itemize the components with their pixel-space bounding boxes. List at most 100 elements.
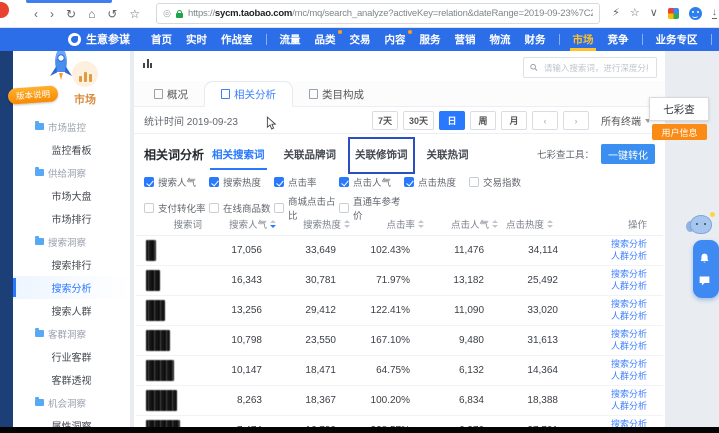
download-icon[interactable]: ↓ [712, 8, 717, 19]
chat-icon[interactable] [698, 274, 711, 287]
terminal-dropdown[interactable]: 所有终端 [601, 113, 651, 128]
sidebar-menu-item[interactable]: 搜索分析 [13, 276, 130, 299]
sidebar-menu-item[interactable]: 客群透视 [13, 368, 130, 391]
undo-icon[interactable]: ↺ [107, 8, 117, 20]
table-column-header[interactable]: 点击人气 [432, 217, 506, 231]
profile-face-icon[interactable] [689, 7, 702, 20]
search-analysis-link[interactable]: 搜索分析 [611, 239, 647, 251]
one-key-convert-button[interactable]: 一键转化 [601, 144, 655, 164]
crowd-analysis-link[interactable]: 人群分析 [611, 311, 647, 323]
top-nav-item[interactable]: 实时 [179, 27, 214, 51]
metric-checkbox[interactable]: 点击率 [274, 175, 339, 189]
metric-checkbox[interactable]: 交易指数 [469, 175, 534, 189]
table-column-header[interactable]: 搜索人气 [210, 217, 284, 231]
search-analysis-link[interactable]: 搜索分析 [611, 389, 647, 401]
top-nav-item[interactable] [266, 34, 267, 45]
metric-checkbox[interactable]: 点击热度 [404, 175, 469, 189]
brand[interactable]: 生意参谋 [68, 31, 130, 47]
home-icon[interactable]: ⌂ [88, 8, 95, 20]
period-button[interactable]: › [563, 111, 589, 130]
top-nav-item[interactable]: 物流 [483, 27, 518, 51]
top-nav-item[interactable] [711, 34, 712, 45]
sidebar-menu-item[interactable]: 监控看板 [13, 138, 130, 161]
address-bar[interactable]: ◎ https://sycm.taobao.com/mc/mq/search_a… [156, 3, 600, 24]
search-input[interactable] [542, 62, 650, 74]
sidebar-menu-item[interactable]: 客群洞察 [13, 322, 130, 345]
analysis-tab[interactable]: 类目构成 [293, 82, 380, 106]
forward-icon[interactable]: › [50, 8, 54, 20]
top-nav-item[interactable]: 作战室 [214, 27, 260, 51]
period-button[interactable]: 月 [501, 111, 527, 130]
period-button[interactable]: 30天 [403, 111, 434, 130]
top-nav-item[interactable]: 服务 [413, 27, 448, 51]
search-analysis-link[interactable]: 搜索分析 [611, 359, 647, 371]
crowd-analysis-link[interactable]: 人群分析 [611, 371, 647, 383]
sidebar-menu-item[interactable]: 机会洞察 [13, 391, 130, 414]
word-type-tab[interactable]: 关联热词 [427, 147, 469, 162]
period-button[interactable]: 周 [470, 111, 496, 130]
bookmark-star-icon[interactable]: ☆ [129, 8, 140, 20]
period-button[interactable]: 7天 [372, 111, 398, 130]
crowd-analysis-link[interactable]: 人群分析 [611, 251, 647, 263]
metric-checkbox[interactable]: 点击人气 [339, 175, 404, 189]
top-nav-item[interactable]: 市场 [566, 27, 601, 51]
sidebar-menu-item[interactable]: 搜索人群 [13, 299, 130, 322]
dropdown-chevron-icon[interactable]: ∨ [650, 8, 658, 19]
metric-checkbox[interactable]: 搜索热度 [209, 175, 274, 189]
word-type-tab[interactable]: 关联修饰词 [355, 147, 408, 162]
word-type-tab[interactable]: 关联品牌词 [284, 147, 337, 162]
crowd-analysis-link[interactable]: 人群分析 [611, 341, 647, 353]
analysis-tab[interactable]: 相关分析 [204, 81, 293, 107]
sidebar-menu-item[interactable]: 市场排行 [13, 207, 130, 230]
search-analysis-link[interactable]: 搜索分析 [611, 299, 647, 311]
mini-chart-icon[interactable] [143, 59, 152, 68]
table-column-header[interactable]: 点击率 [358, 217, 432, 231]
top-nav-item[interactable]: 品类 [308, 27, 343, 51]
sidebar-menu-item[interactable]: 搜索排行 [13, 253, 130, 276]
period-button[interactable]: ‹ [532, 111, 558, 130]
sidebar-menu-item[interactable]: 搜索洞察 [13, 230, 130, 253]
word-type-tab[interactable]: 相关搜索词 [212, 147, 265, 162]
bell-icon[interactable] [698, 252, 711, 265]
sidebar-menu-item[interactable]: 属性洞察 [13, 414, 130, 427]
top-nav-item[interactable] [642, 34, 643, 45]
table-column-header[interactable]: 操作 [561, 217, 663, 231]
back-icon[interactable]: ‹ [34, 8, 38, 20]
search-analysis-link[interactable]: 搜索分析 [611, 329, 647, 341]
top-nav-item[interactable] [559, 34, 560, 45]
period-button[interactable]: 日 [439, 111, 465, 130]
search-analysis-link[interactable]: 搜索分析 [611, 269, 647, 281]
redacted-term [146, 420, 180, 427]
flash-icon[interactable]: ⚡ [612, 8, 620, 19]
star-icon[interactable]: ☆ [630, 8, 640, 19]
sidebar-menu-item[interactable]: 市场大盘 [13, 184, 130, 207]
site-info-icon[interactable]: ◎ [163, 8, 171, 19]
top-nav-item[interactable]: 交易 [343, 27, 378, 51]
table-column-header[interactable]: 点击热度 [506, 217, 561, 231]
crowd-analysis-link[interactable]: 人群分析 [611, 401, 647, 413]
top-nav-item[interactable]: 内容 [378, 27, 413, 51]
user-info-button[interactable]: 用户信息 [652, 124, 707, 140]
metric-checkbox[interactable]: 搜索人气 [144, 175, 209, 189]
extensions-grid-icon[interactable] [668, 8, 679, 19]
crowd-analysis-link[interactable]: 人群分析 [611, 281, 647, 293]
sidebar-menu-item[interactable]: 行业客群 [13, 345, 130, 368]
collapsed-nav-rail[interactable] [0, 51, 13, 427]
reload-icon[interactable]: ↻ [66, 8, 76, 20]
top-nav-item[interactable]: 首页 [144, 27, 179, 51]
service-widget[interactable] [693, 240, 719, 298]
table-column-header[interactable]: 搜索词 [136, 217, 210, 231]
top-nav-item[interactable]: 财务 [518, 27, 553, 51]
sidebar-menu-item[interactable]: 市场监控 [13, 115, 130, 138]
mascot-elephant-icon[interactable] [687, 212, 715, 238]
analysis-tab[interactable]: 概况 [138, 82, 204, 106]
search-analysis-link[interactable]: 搜索分析 [611, 419, 647, 427]
keyword-search-box[interactable] [523, 57, 657, 78]
top-nav-item[interactable]: 营销 [448, 27, 483, 51]
qicai-popup[interactable]: 七彩查 [649, 97, 709, 121]
top-nav-item[interactable]: 业务专区 [649, 27, 705, 51]
sidebar-menu-item[interactable]: 供给洞察 [13, 161, 130, 184]
top-nav-item[interactable]: 流量 [273, 27, 308, 51]
table-column-header[interactable]: 搜索热度 [284, 217, 358, 231]
top-nav-item[interactable]: 竞争 [601, 27, 636, 51]
